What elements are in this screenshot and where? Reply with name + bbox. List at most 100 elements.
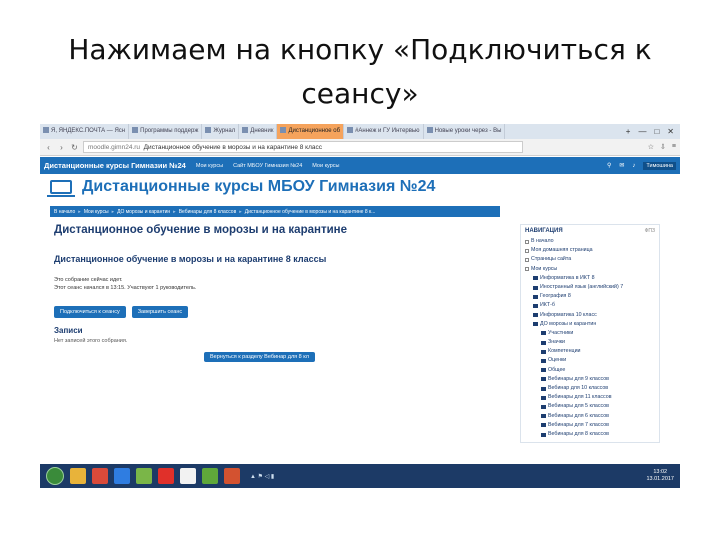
breadcrumb-item[interactable]: ДО морозы и карантин [117, 209, 170, 215]
maximize-button[interactable]: □ [654, 124, 659, 139]
nav-tree-label: Информатика в ИКТ 8 [540, 274, 595, 281]
nav-tree-item[interactable]: Общее [525, 366, 655, 375]
user-menu[interactable]: Тимошина [643, 161, 676, 170]
tray-icons[interactable]: ▲ ⚑ ◁ ▮ [250, 473, 274, 480]
join-session-button[interactable]: Подключиться к сеансу [54, 306, 126, 318]
nav-link[interactable]: Мои курсы [196, 163, 223, 169]
nav-tree-item[interactable]: Страницы сайта [525, 255, 655, 264]
close-button[interactable]: ✕ [667, 124, 674, 139]
explorer-icon[interactable] [70, 468, 86, 484]
browser-tab[interactable]: #Аннеж и ГУ Интервью [344, 124, 424, 139]
end-session-button[interactable]: Завершить сеанс [131, 306, 189, 318]
taskbar-clock[interactable]: 13:02 13.01.2017 [646, 469, 674, 483]
browser-tab-active[interactable]: Дистанционное об [277, 124, 345, 139]
nav-tree-item[interactable]: Компетенции [525, 347, 655, 356]
nav-tree-label: Моя домашняя страница [531, 247, 593, 254]
nav-tree-item[interactable]: Вебинар для 10 классов [525, 384, 655, 393]
status-line: Этот сеанс начался в 13:15. Участвуют 1 … [54, 285, 197, 291]
browser-tab[interactable]: Новые уроки через - Вы [424, 124, 506, 139]
nav-link[interactable]: Сайт МБОУ Гимназия №24 [233, 163, 302, 169]
nav-tree-item[interactable]: Информатика 10 класс [525, 311, 655, 320]
browser-tab[interactable]: Программы поддерж [129, 124, 203, 139]
star-icon[interactable]: ☆ [648, 143, 654, 151]
site-brand-link[interactable]: Дистанционные курсы Гимназии №24 [44, 161, 186, 170]
nav-tree-item[interactable]: Вебинары для 7 классов [525, 421, 655, 430]
folder-icon [541, 432, 546, 437]
bell-icon[interactable]: ♪ [632, 163, 635, 169]
block-controls[interactable]: ФПЗ [645, 228, 655, 237]
chat-icon[interactable]: ✉ [619, 162, 624, 169]
nav-link[interactable]: Мои курсы [312, 163, 339, 169]
breadcrumb-separator-icon: ▸ [239, 208, 242, 215]
folder-icon [533, 313, 538, 318]
nav-tree-item[interactable]: Вебинары для 8 классов [525, 430, 655, 439]
records-empty-note: Нет записей этого собрания. [54, 338, 128, 344]
nav-tree-item[interactable]: Информатика в ИКТ 8 [525, 274, 655, 283]
new-tab-button[interactable]: + [626, 124, 631, 139]
nav-tree-label: Информатика 10 класс [540, 311, 597, 318]
browser-icon[interactable] [114, 468, 130, 484]
back-to-section-button[interactable]: Вернуться к разделу Вебинар для 8 кл [204, 352, 315, 362]
nav-tree-item[interactable]: Иностранный язык (английский) 7 [525, 283, 655, 292]
browser-tab[interactable]: Дневник [239, 124, 278, 139]
nav-tree-item[interactable]: Мои курсы [525, 265, 655, 274]
folder-icon [541, 377, 546, 382]
browser-tab[interactable]: Журнал [202, 124, 240, 139]
reload-icon[interactable]: ↻ [70, 143, 79, 152]
nav-tree-item[interactable]: Моя домашняя страница [525, 246, 655, 255]
folder-icon [541, 368, 546, 373]
page-title: Дистанционное обучение в морозы и на кар… [54, 224, 347, 236]
nav-tree-item[interactable]: Участники [525, 329, 655, 338]
browser-tab-strip: Я, ЯНДЕКС.ПОЧТА — Ясн Программы поддерж … [40, 124, 680, 139]
forward-arrow-icon[interactable]: › [57, 143, 66, 152]
folder-icon [541, 404, 546, 409]
nav-tree-item[interactable]: Вебинары для 5 классов [525, 402, 655, 411]
menu-icon[interactable]: ≡ [672, 143, 676, 151]
navbar-right: ⚲ ✉ ♪ Тимошина [607, 161, 676, 170]
powerpoint-icon[interactable] [224, 468, 240, 484]
nav-tree-label: Страницы сайта [531, 256, 572, 263]
url-domain: moodle.gimn24.ru [88, 144, 141, 151]
download-icon[interactable]: ⇩ [660, 143, 666, 151]
nav-tree-item[interactable]: В начало [525, 237, 655, 246]
minimize-button[interactable]: — [638, 124, 646, 139]
nav-tree-item[interactable]: Оценки [525, 356, 655, 365]
browser-tab[interactable]: Я, ЯНДЕКС.ПОЧТА — Ясн [40, 124, 130, 139]
back-arrow-icon[interactable]: ‹ [44, 143, 53, 152]
nav-tree-item[interactable]: ИКТ-б [525, 301, 655, 310]
url-input[interactable]: moodle.gimn24.ru Дистанционное обучение … [83, 141, 523, 153]
nav-tree-label: География 8 [540, 293, 571, 300]
nav-tree-item[interactable]: Вебинары для 9 классов [525, 375, 655, 384]
breadcrumb-item[interactable]: В начало [54, 209, 75, 215]
nav-tree-label: Вебинары для 11 классов [548, 394, 612, 401]
navigation-block: НАВИГАЦИЯ ФПЗ В начало Моя домашняя стран… [520, 224, 660, 444]
start-button[interactable] [46, 467, 64, 485]
folder-icon [541, 359, 546, 364]
nav-tree-label: Общее [548, 366, 566, 373]
tab-favicon-icon [242, 127, 249, 134]
breadcrumb-item[interactable]: Дистанционное обучение в морозы и на кар… [245, 209, 376, 215]
photos-icon[interactable] [136, 468, 152, 484]
folder-icon [541, 340, 546, 345]
records-heading: Записи [54, 326, 83, 335]
breadcrumb-item[interactable]: Вебинары для 8 классов [179, 209, 237, 215]
folder-icon [533, 322, 538, 327]
chrome-icon[interactable] [92, 468, 108, 484]
breadcrumb-separator-icon: ▸ [173, 208, 176, 215]
nav-tree-item[interactable]: Вебинары для 6 классов [525, 412, 655, 421]
search-icon[interactable]: ⚲ [607, 162, 611, 169]
nav-tree-label: Вебинары для 5 классов [548, 403, 609, 410]
url-page-title: Дистанционное обучение в морозы и на кар… [143, 144, 323, 151]
yandex-icon[interactable] [158, 468, 174, 484]
nav-tree-item[interactable]: ДО морозы и карантин [525, 320, 655, 329]
nav-tree-label: ИКТ-б [540, 302, 555, 309]
nav-tree-item[interactable]: Вебинары для 11 классов [525, 393, 655, 402]
nav-tree-item[interactable]: Значки [525, 338, 655, 347]
breadcrumb-separator-icon: ▸ [111, 208, 115, 215]
breadcrumb-item[interactable]: Мои курсы [84, 209, 109, 215]
nav-tree-item[interactable]: География 8 [525, 292, 655, 301]
app-icon[interactable] [202, 468, 218, 484]
folder-icon [541, 349, 546, 354]
yandex-browser-icon[interactable] [180, 468, 196, 484]
nav-tree-label: Вебинары для 9 классов [548, 375, 609, 382]
